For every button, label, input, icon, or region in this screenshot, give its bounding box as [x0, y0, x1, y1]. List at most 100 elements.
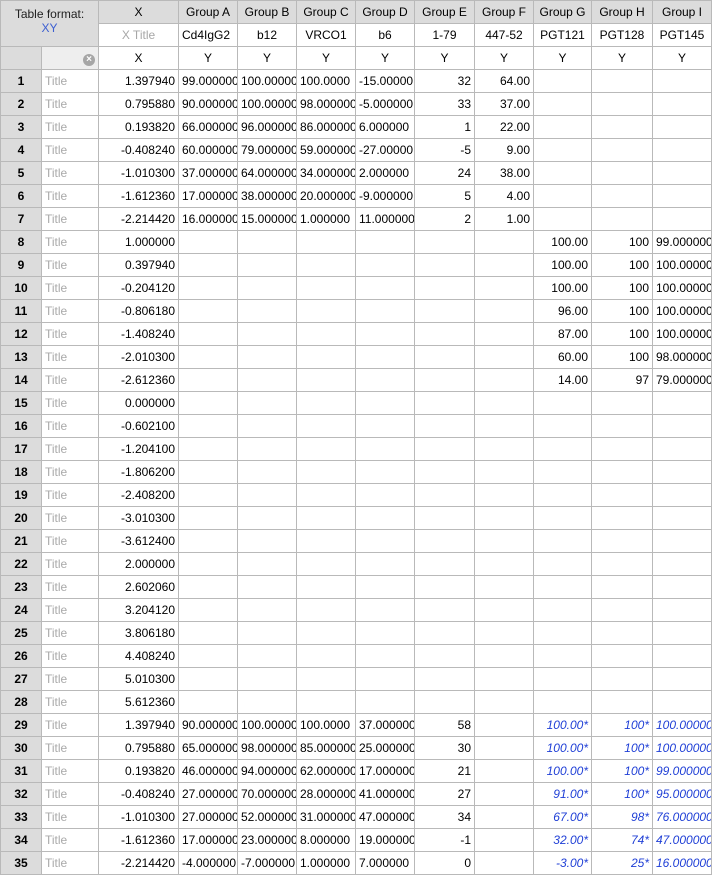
row-title-cell[interactable]: Title	[41, 667, 99, 691]
x-value-cell[interactable]: -1.010300	[98, 805, 179, 829]
group-c-cell[interactable]	[296, 230, 356, 254]
group-f-cell[interactable]: 4.00	[474, 184, 534, 208]
row-title-cell[interactable]: Title	[41, 184, 99, 208]
x-value-cell[interactable]: 1.397940	[98, 69, 179, 93]
group-a-cell[interactable]	[178, 552, 238, 576]
group-i-cell[interactable]	[652, 483, 712, 507]
group-b-cell[interactable]	[237, 368, 297, 392]
row-number[interactable]: 32	[0, 782, 42, 806]
x-value-cell[interactable]: -0.204120	[98, 276, 179, 300]
group-i-cell[interactable]: 79.000000	[652, 368, 712, 392]
group-a-cell[interactable]: 17.000000	[178, 184, 238, 208]
group-c-cell[interactable]	[296, 276, 356, 300]
group-i-cell[interactable]	[652, 69, 712, 93]
group-i-cell[interactable]	[652, 161, 712, 185]
group-d-cell[interactable]	[355, 506, 415, 530]
group-b-cell[interactable]: -7.000000	[237, 851, 297, 875]
row-number[interactable]: 12	[0, 322, 42, 346]
x-value-cell[interactable]: -2.214420	[98, 207, 179, 231]
group-b-cell[interactable]	[237, 299, 297, 323]
group-d-cell[interactable]: 6.000000	[355, 115, 415, 139]
col-header-group-g[interactable]: Group G	[533, 0, 592, 24]
row-title-cell[interactable]: Title	[41, 437, 99, 461]
group-a-cell[interactable]: 60.000000	[178, 138, 238, 162]
group-i-cell[interactable]	[652, 391, 712, 415]
row-number[interactable]: 33	[0, 805, 42, 829]
group-b-cell[interactable]: 100.00000	[237, 69, 297, 93]
group-e-cell[interactable]	[414, 575, 475, 599]
group-h-cell[interactable]	[591, 391, 653, 415]
row-title-cell[interactable]: Title	[41, 391, 99, 415]
x-value-cell[interactable]: -0.602100	[98, 414, 179, 438]
group-a-cell[interactable]	[178, 621, 238, 645]
group-e-cell[interactable]: 30	[414, 736, 475, 760]
x-value-cell[interactable]: -1.612360	[98, 184, 179, 208]
group-d-cell[interactable]	[355, 253, 415, 277]
group-i-cell[interactable]	[652, 138, 712, 162]
row-title-cell[interactable]: Title	[41, 276, 99, 300]
group-i-cell[interactable]	[652, 598, 712, 622]
group-b-cell[interactable]: 70.000000	[237, 782, 297, 806]
group-g-cell[interactable]	[533, 138, 592, 162]
group-d-cell[interactable]	[355, 230, 415, 254]
row-number[interactable]: 16	[0, 414, 42, 438]
group-i-cell[interactable]	[652, 460, 712, 484]
group-c-cell[interactable]	[296, 368, 356, 392]
x-value-cell[interactable]: 0.795880	[98, 736, 179, 760]
group-e-cell[interactable]	[414, 437, 475, 461]
row-title-cell[interactable]: Title	[41, 598, 99, 622]
group-h-cell[interactable]	[591, 207, 653, 231]
group-a-cell[interactable]: -4.000000	[178, 851, 238, 875]
group-b-cell[interactable]: 100.00000	[237, 713, 297, 737]
group-a-cell[interactable]	[178, 368, 238, 392]
group-a-cell[interactable]	[178, 575, 238, 599]
group-a-cell[interactable]	[178, 345, 238, 369]
group-e-cell[interactable]	[414, 483, 475, 507]
col-title-group-b[interactable]: b12	[237, 23, 297, 47]
group-g-cell[interactable]	[533, 598, 592, 622]
group-h-cell[interactable]	[591, 598, 653, 622]
row-number[interactable]: 30	[0, 736, 42, 760]
group-a-cell[interactable]	[178, 299, 238, 323]
group-c-cell[interactable]	[296, 483, 356, 507]
group-f-cell[interactable]	[474, 621, 534, 645]
row-number[interactable]: 8	[0, 230, 42, 254]
x-value-cell[interactable]: -0.408240	[98, 138, 179, 162]
group-a-cell[interactable]: 90.000000	[178, 92, 238, 116]
group-g-cell[interactable]	[533, 69, 592, 93]
group-g-cell[interactable]	[533, 414, 592, 438]
row-number[interactable]: 6	[0, 184, 42, 208]
col-title-group-i[interactable]: PGT145	[652, 23, 712, 47]
row-number[interactable]: 28	[0, 690, 42, 714]
group-i-cell[interactable]: 100.00000	[652, 299, 712, 323]
row-number[interactable]: 26	[0, 644, 42, 668]
group-f-cell[interactable]	[474, 805, 534, 829]
group-f-cell[interactable]	[474, 506, 534, 530]
group-d-cell[interactable]: -27.00000	[355, 138, 415, 162]
row-title-cell[interactable]: Title	[41, 345, 99, 369]
group-e-cell[interactable]	[414, 230, 475, 254]
group-i-cell[interactable]: 100.00000	[652, 276, 712, 300]
group-c-cell[interactable]	[296, 667, 356, 691]
group-e-cell[interactable]: 2	[414, 207, 475, 231]
group-i-cell[interactable]	[652, 621, 712, 645]
group-e-cell[interactable]	[414, 667, 475, 691]
group-g-cell[interactable]	[533, 391, 592, 415]
group-h-cell[interactable]	[591, 184, 653, 208]
group-b-cell[interactable]: 100.00000	[237, 92, 297, 116]
row-number[interactable]: 21	[0, 529, 42, 553]
group-c-cell[interactable]: 100.0000	[296, 713, 356, 737]
group-c-cell[interactable]	[296, 414, 356, 438]
row-number[interactable]: 34	[0, 828, 42, 852]
group-b-cell[interactable]	[237, 483, 297, 507]
group-g-cell[interactable]	[533, 690, 592, 714]
group-f-cell[interactable]	[474, 529, 534, 553]
group-a-cell[interactable]: 27.000000	[178, 782, 238, 806]
group-b-cell[interactable]	[237, 460, 297, 484]
row-number[interactable]: 20	[0, 506, 42, 530]
group-f-cell[interactable]	[474, 851, 534, 875]
group-d-cell[interactable]	[355, 437, 415, 461]
row-number[interactable]: 18	[0, 460, 42, 484]
group-d-cell[interactable]	[355, 276, 415, 300]
group-g-cell[interactable]	[533, 552, 592, 576]
